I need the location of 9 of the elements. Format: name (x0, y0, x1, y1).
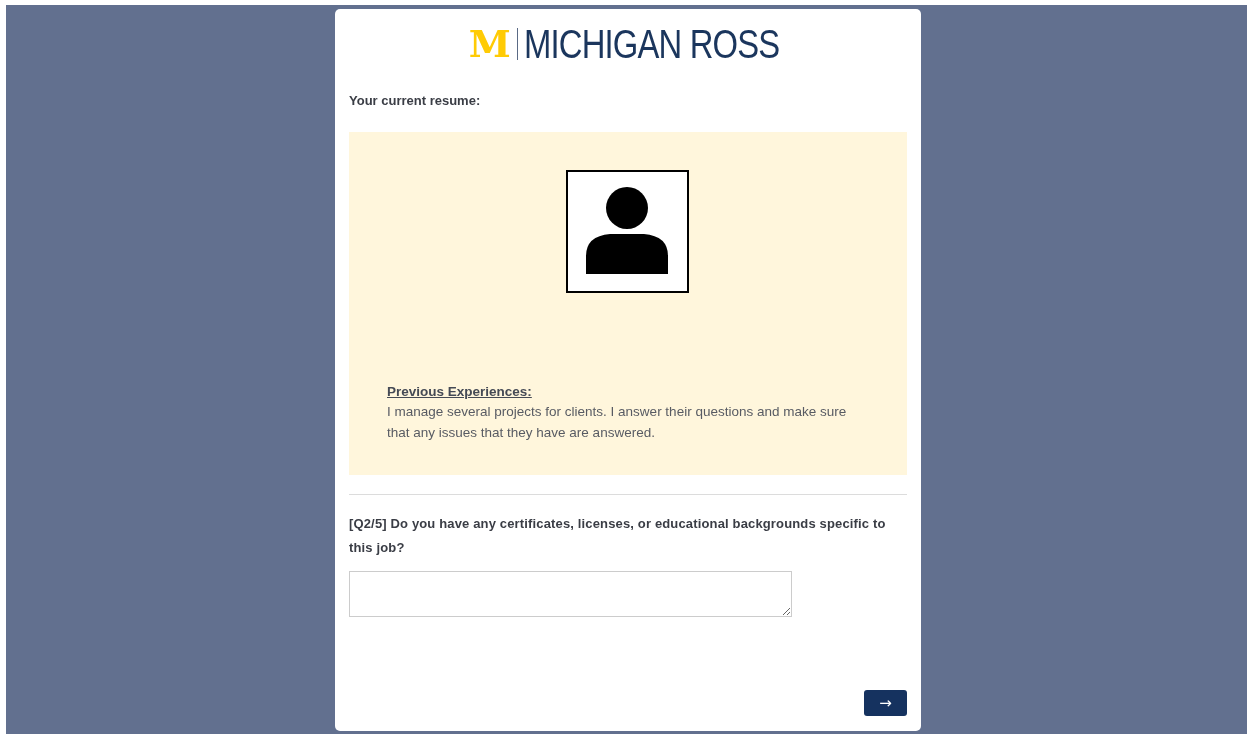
section-title: Previous Experiences: (387, 384, 533, 399)
experience-text: I manage several projects for clients. I answer their questions and make sure that any issues that they have are answered. (387, 403, 848, 442)
answer-field[interactable] (349, 571, 792, 617)
resume-heading: Your current resume: (349, 93, 482, 108)
question-label: [Q2/5] Do you have any certificates, licenses, or educational backgrounds specific to this job? (349, 515, 887, 557)
avatar-icon (565, 170, 689, 293)
next-button[interactable]: → (864, 690, 907, 716)
logo-mark: M (468, 25, 511, 63)
logo-wordmark: MICHIGAN ROSS (523, 24, 780, 64)
